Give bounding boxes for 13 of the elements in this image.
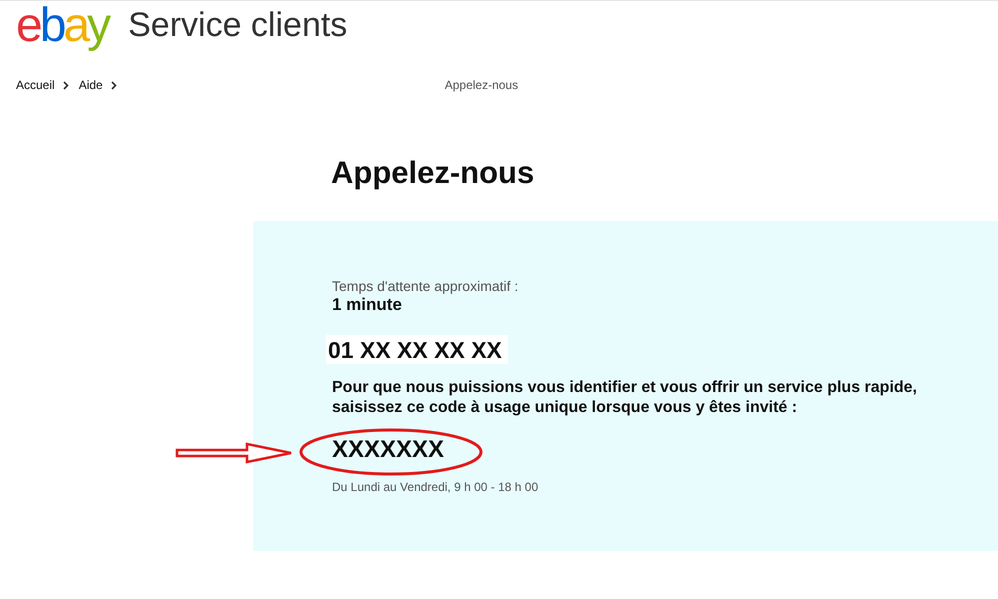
instructions-text: Pour que nous puissions vous identifier et vous offrir un service plus rapide, saisissez ce code à usage unique lorsque vous y êtes invité : — [332, 378, 918, 418]
site-title: Service clients — [128, 6, 348, 44]
opening-hours: Du Lundi au Vendredi, 9 h 00 - 18 h 00 — [332, 480, 540, 494]
breadcrumb-link[interactable]: Aide — [78, 78, 103, 92]
breadcrumb-link[interactable]: Accueil — [16, 78, 55, 92]
wait-time: 1 minute — [332, 295, 403, 315]
phone-number: 01 XX XX XX XX — [326, 335, 508, 364]
wait-label: Temps d'attente approximatif : — [332, 278, 520, 294]
chevron-icon — [62, 80, 69, 90]
page-heading: Appelez-nous — [331, 155, 536, 191]
access-code: XXXXXXX — [332, 436, 444, 464]
chevron-icon — [110, 80, 117, 90]
breadcrumb-current: Appelez-nous — [444, 78, 518, 92]
